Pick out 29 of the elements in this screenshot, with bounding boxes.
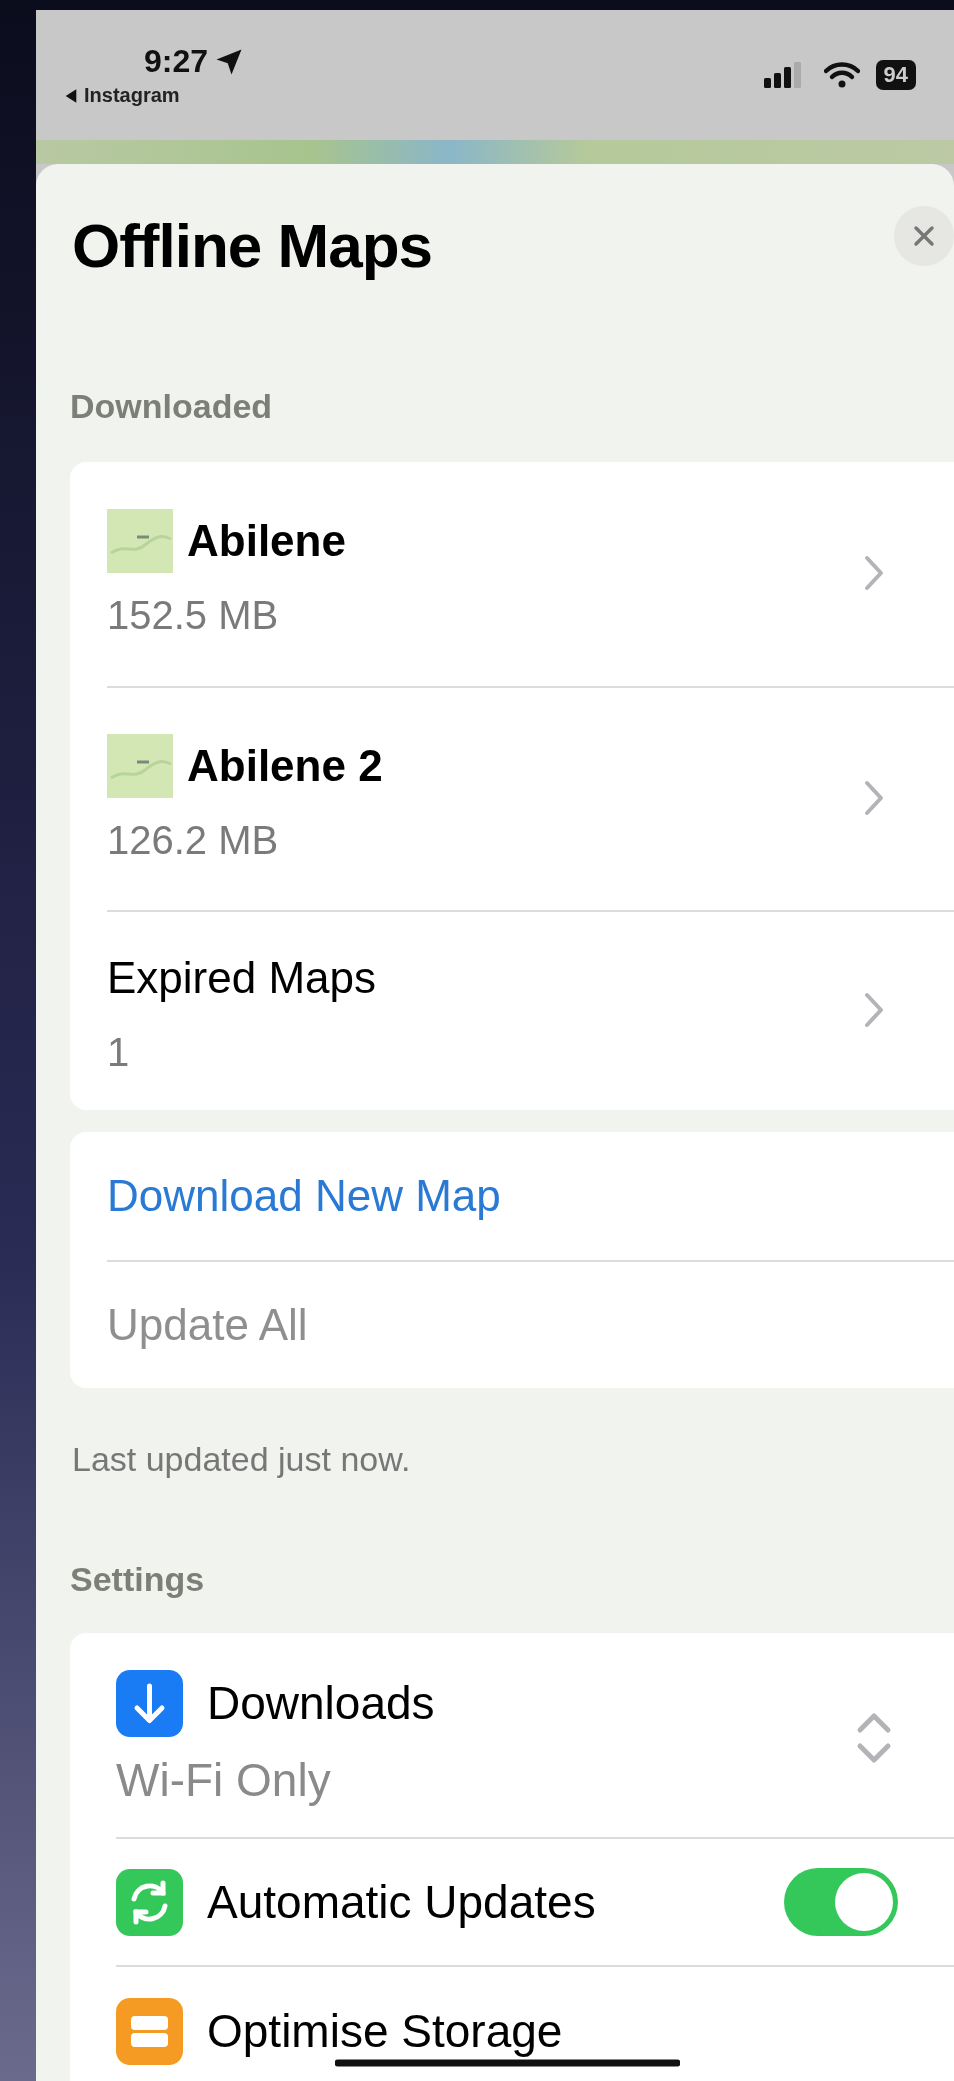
item-name: Abilene (187, 515, 346, 566)
back-link[interactable]: Instagram (64, 84, 180, 107)
map-thumbnail-icon (107, 508, 173, 573)
map-list-item[interactable]: Expired Maps 1 (107, 910, 954, 1110)
item-detail: 126.2 MB (107, 817, 280, 863)
battery-level: 94 (875, 60, 916, 90)
chevron-right-icon (864, 555, 884, 591)
setting-value: Wi-Fi Only (116, 1752, 332, 1807)
wifi-icon (823, 62, 860, 88)
footer-note: Last updated just now. (72, 1440, 412, 1479)
item-name: Expired Maps (107, 952, 376, 1003)
close-icon (913, 225, 935, 247)
section-header: Downloaded (70, 386, 274, 426)
chevron-right-icon (864, 992, 884, 1028)
map-list-item[interactable]: Abilene 152.5 MB (107, 462, 954, 686)
status-time: 9:27 (144, 43, 209, 80)
map-list-item[interactable]: Abilene 2 126.2 MB (107, 686, 954, 910)
setting-label: Downloads (207, 1676, 435, 1730)
item-detail: 152.5 MB (107, 592, 280, 638)
back-triangle-icon (64, 87, 78, 104)
section-header: Settings (70, 1559, 206, 1599)
item-name: Abilene 2 (187, 740, 383, 791)
action-button[interactable]: Download New Map (107, 1132, 954, 1260)
map-thumbnail-icon (107, 733, 173, 798)
item-detail: 1 (107, 1029, 131, 1075)
sheet-title: Offline Maps (72, 210, 433, 282)
chevron-right-icon (864, 780, 884, 816)
setting-label: Automatic Updates (207, 1875, 596, 1929)
setting-label: Optimise Storage (207, 2004, 563, 2058)
